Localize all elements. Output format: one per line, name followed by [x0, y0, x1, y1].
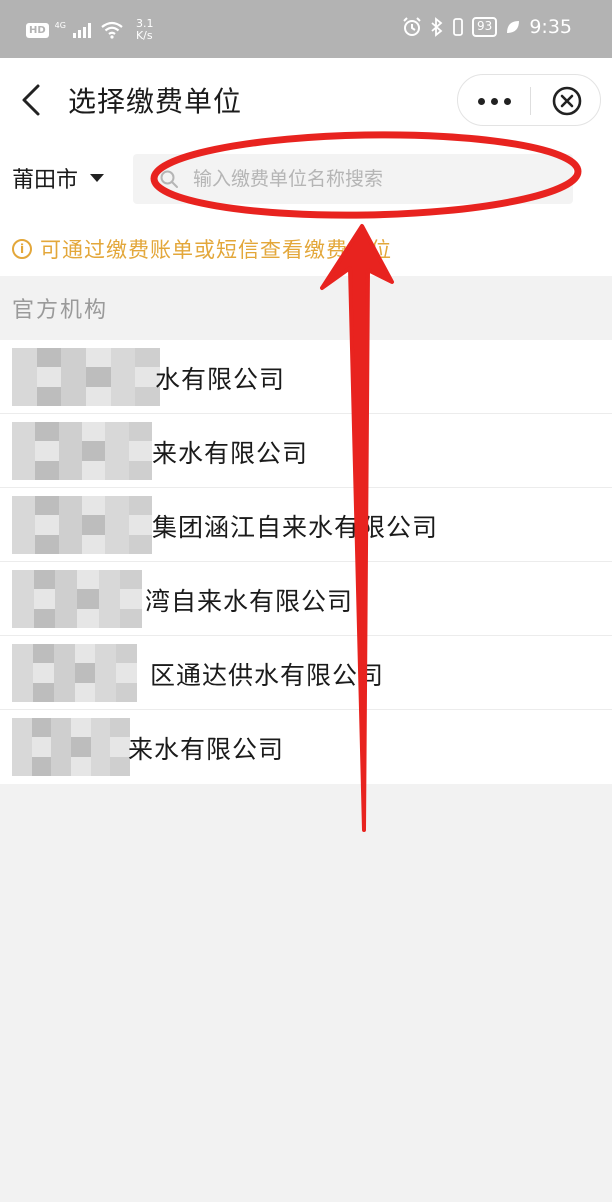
- company-item[interactable]: 来水有限公司: [0, 710, 612, 784]
- blurred-mosaic: [12, 644, 137, 702]
- wifi-icon: [101, 21, 123, 39]
- circle-close-icon: [552, 86, 581, 116]
- page-title: 选择缴费单位: [68, 85, 243, 118]
- search-box[interactable]: [133, 154, 573, 204]
- app-screen: HD 4G 3.1 K/s 93 9:35 选择缴费单位 莆田市 输入缴费单位名…: [0, 0, 612, 1202]
- company-item[interactable]: 来水有限公司: [0, 414, 612, 488]
- battery-indicator: 93: [472, 17, 498, 37]
- chevron-left-icon: [22, 84, 40, 116]
- status-right: 93 9:35: [402, 16, 572, 38]
- company-name: 水有限公司: [155, 365, 286, 394]
- blurred-mosaic: [12, 718, 130, 776]
- alarm-icon: [403, 17, 421, 36]
- speed-unit: K/s: [135, 29, 153, 42]
- close-button[interactable]: [531, 75, 602, 127]
- leaf-icon: [507, 21, 520, 33]
- mini-program-capsule: [457, 74, 601, 126]
- clock: 9:35: [529, 16, 572, 38]
- nav-header: 选择缴费单位: [0, 58, 612, 140]
- blurred-mosaic: [12, 348, 160, 406]
- blurred-mosaic: [12, 570, 142, 628]
- company-name: 来水有限公司: [128, 735, 285, 764]
- search-row: 莆田市: [0, 140, 612, 222]
- tip-text: 可通过缴费账单或短信查看缴费单位: [40, 238, 392, 262]
- city-label: 莆田市: [12, 168, 79, 193]
- company-item[interactable]: 集团涵江自来水有限公司: [0, 488, 612, 562]
- company-list: 仙 水有限公司 来水有限公司 集团涵江自来水有限公司: [0, 340, 612, 784]
- info-icon: i: [12, 239, 32, 259]
- company-name: 区通达供水有限公司: [150, 661, 385, 690]
- status-left: HD 4G 3.1 K/s: [26, 18, 153, 42]
- network-type: 4G: [54, 20, 66, 30]
- section-title: 官方机构: [12, 298, 109, 323]
- more-button[interactable]: [458, 75, 530, 127]
- hd-badge: HD: [26, 22, 49, 38]
- search-input[interactable]: [193, 168, 553, 190]
- bluetooth-icon: [431, 17, 443, 37]
- company-item[interactable]: 湾自来水有限公司: [0, 562, 612, 636]
- signal-icon: [72, 23, 91, 38]
- more-dots-icon: [477, 97, 485, 105]
- back-button[interactable]: [14, 80, 48, 120]
- caret-down-icon: [90, 174, 105, 182]
- company-name: 来水有限公司: [152, 439, 309, 468]
- network-speed: 3.1 K/s: [136, 18, 154, 42]
- search-icon: [160, 170, 178, 188]
- city-selector[interactable]: 莆田市: [12, 162, 105, 194]
- company-item[interactable]: 区通达供水有限公司: [0, 636, 612, 710]
- company-name: 湾自来水有限公司: [145, 587, 354, 616]
- more-dots-icon: [490, 97, 498, 105]
- tip: i 可通过缴费账单或短信查看缴费单位: [12, 234, 392, 264]
- blurred-mosaic: [12, 422, 152, 480]
- status-bar: HD 4G 3.1 K/s 93 9:35: [0, 0, 612, 58]
- vibrate-icon: [453, 18, 463, 36]
- more-dots-icon: [503, 97, 511, 105]
- blurred-mosaic: [12, 496, 152, 554]
- section-header: 官方机构: [0, 276, 612, 340]
- tip-row: i 可通过缴费账单或短信查看缴费单位: [0, 222, 612, 276]
- company-item[interactable]: 仙 水有限公司: [0, 340, 612, 414]
- company-name: 集团涵江自来水有限公司: [152, 513, 439, 542]
